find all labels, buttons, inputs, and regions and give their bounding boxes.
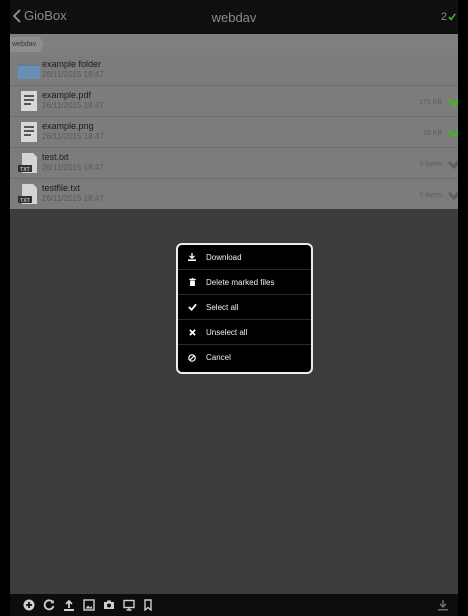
file-row-example-png[interactable]: example.png 26/11/2015 18:47 19 KB [10,117,468,148]
monitor-icon [123,599,135,611]
checkmark-icon[interactable] [448,124,464,138]
checkmark-icon[interactable] [448,155,464,169]
file-row-test-txt[interactable]: TXT test.txt 26/11/2015 18:47 0 bytes [10,148,468,179]
image-file-icon [21,122,37,142]
page-title: webdav [211,10,257,25]
menu-item-unselect-all[interactable]: Unselect all [178,320,311,345]
upload-button[interactable] [62,598,76,612]
app-screen: GioBox webdav 2 webdav example folder 26… [0,0,468,616]
checkmark-icon[interactable] [448,186,464,200]
image-button[interactable] [82,598,96,612]
bookmark-button[interactable] [141,598,155,612]
file-name: example.png [42,121,94,131]
svg-text:TXT: TXT [20,198,29,204]
file-row-testfile-txt[interactable]: TXT testfile.txt 26/11/2015 18:47 0 byte… [10,179,468,209]
upload-icon [64,599,74,611]
menu-item-label: Select all [206,302,239,312]
camera-button[interactable] [102,598,116,612]
file-name: example.pdf [42,90,92,100]
file-size: 175 KB [419,99,442,106]
camera-icon [104,600,114,609]
pdf-file-icon [21,91,37,111]
breadcrumb-item[interactable]: webdav [8,37,45,52]
image-icon [83,599,95,611]
file-date: 26/11/2015 18:47 [42,194,104,203]
file-size: 0 bytes [419,161,442,168]
menu-item-delete-marked[interactable]: Delete marked files [178,270,311,295]
menu-item-label: Unselect all [206,327,248,337]
svg-text:TXT: TXT [20,167,29,173]
download-icon [188,253,196,261]
breadcrumb: webdav [0,34,468,55]
navigation-bar: GioBox webdav 2 [0,0,468,34]
folder-icon [18,63,40,79]
menu-item-label: Delete marked files [206,277,275,287]
bottom-toolbar [0,594,468,616]
refresh-button[interactable] [42,598,56,612]
selected-count: 2 [441,11,456,23]
checkmark-icon[interactable] [448,93,464,107]
menu-item-download[interactable]: Download [178,245,311,270]
file-row-example-pdf[interactable]: example.pdf 26/11/2015 18:47 175 KB [10,86,468,117]
txt-file-icon: TXT [18,184,37,204]
add-icon [23,599,35,611]
cancel-icon [188,353,196,362]
file-date: 26/11/2015 18:47 [42,101,104,110]
x-icon [188,328,196,336]
download-button[interactable] [436,598,450,612]
checkmark-icon [448,13,456,21]
add-button[interactable] [22,598,36,612]
menu-item-select-all[interactable]: Select all [178,295,311,320]
menu-item-label: Download [206,252,242,262]
menu-item-cancel[interactable]: Cancel [178,345,311,370]
bookmark-icon [144,599,152,611]
trash-icon [188,278,196,286]
file-row-example-folder[interactable]: example folder 26/11/2015 18:47 [10,55,468,86]
file-date: 26/11/2015 18:47 [42,70,104,79]
file-size: 0 bytes [419,192,442,199]
file-name: test.txt [42,152,69,162]
file-name: testfile.txt [42,183,81,193]
download-icon [438,600,448,611]
txt-file-icon: TXT [18,153,37,173]
menu-item-label: Cancel [206,353,231,362]
file-date: 26/11/2015 18:47 [42,132,104,141]
file-size: 19 KB [422,130,442,137]
checkmark-icon [187,303,197,311]
file-name: example folder [42,59,102,69]
file-list: example folder 26/11/2015 18:47 example.… [10,55,468,209]
selected-count-label: 2 [440,11,447,23]
file-date: 26/11/2015 18:47 [42,163,104,172]
refresh-icon [43,599,55,611]
action-menu: Download Delete marked files Select all [176,243,313,374]
monitor-button[interactable] [122,598,136,612]
